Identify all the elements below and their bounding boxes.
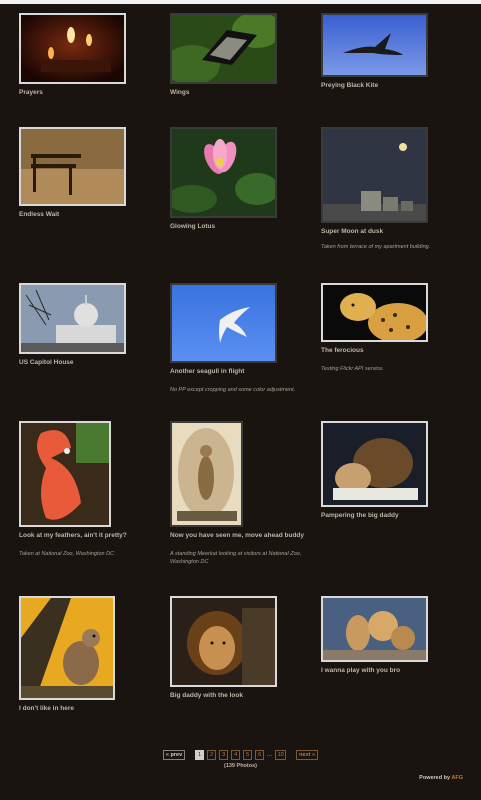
butterfly-photo-icon [172,15,275,82]
page-link[interactable]: 5 [243,750,253,760]
meerkat-photo-icon [172,423,241,525]
cheetah-photo-icon [323,285,426,340]
photo-title[interactable]: Glowing Lotus [170,223,310,231]
photo-title[interactable]: I wanna play with you bro [321,667,461,675]
photo-thumbnail-cheetah[interactable] [321,283,428,342]
photo-thumbnail-lion[interactable] [170,596,277,687]
photo-description: A standing Meerkat looking at visitors a… [170,551,302,565]
photo-thumbnail-wings[interactable] [170,13,277,84]
candles-photo-icon [21,15,124,82]
photo-thumbnail-seagull[interactable] [170,283,277,363]
photo-title[interactable]: Prayers [19,89,159,97]
kite-photo-icon [323,15,426,75]
photo-thumbnail-moon[interactable] [321,127,428,223]
photo-thumbnail-prayers[interactable] [19,13,126,84]
photo-title[interactable]: The ferocious [321,347,461,355]
gallery-item: Wings [170,13,310,97]
photo-thumbnail-bench[interactable] [19,127,126,206]
moon-photo-icon [323,129,426,221]
gallery-item: I don't like in here [19,596,159,713]
page-link[interactable]: 4 [231,750,241,760]
photo-title[interactable]: Super Moon at dusk [321,228,461,236]
photo-title[interactable]: US Capitol House [19,359,159,367]
flamingo-photo-icon [21,423,109,525]
photo-thumbnail-meerkat-tree[interactable] [19,596,115,700]
gallery-item: Super Moon at dusk Taken from terrace of… [321,127,461,251]
photo-thumbnail-meerkat[interactable] [170,421,243,527]
page-link[interactable]: 3 [219,750,229,760]
lion-photo-icon [172,598,275,685]
page-link[interactable]: 2 [207,750,217,760]
photo-count: (139 Photos) [223,763,257,769]
page-link[interactable]: 6 [255,750,265,760]
gallery-item: Now you have seen me, move ahead buddy A… [170,421,310,566]
photo-description: Taken from terrace of my apartment build… [321,244,431,250]
photo-thumbnail-lion-cubs[interactable] [321,596,428,662]
photo-thumbnail-kite[interactable] [321,13,428,77]
photo-description: Taken at National Zoo, Washington DC [19,551,115,557]
prev-page-button[interactable]: « prev [162,750,186,760]
photo-description: Testing Flickr API service. [321,366,384,372]
gallery-item: Big daddy with the look [170,596,310,700]
photo-title[interactable]: Endless Wait [19,211,159,219]
afg-link[interactable]: AFG [451,775,463,781]
lotus-photo-icon [172,129,275,216]
gallery-item: Another seagull in flight No PP except c… [170,283,310,394]
photo-thumbnail-capitol[interactable] [19,283,126,354]
photo-thumbnail-flamingo[interactable] [19,421,111,527]
page-link-current[interactable]: 1 [195,750,205,760]
photo-title[interactable]: Preying Black Kite [321,82,461,90]
photo-title[interactable]: Another seagull in flight [170,368,310,376]
pagination: « prev 1 2 3 4 5 6 ... 10 next » (139 Ph… [0,750,481,769]
gallery-item: Pampering the big daddy [321,421,461,520]
photo-title[interactable]: Look at my feathers, ain't it pretty? [19,532,159,540]
next-page-button[interactable]: next » [296,750,319,760]
photo-title[interactable]: Now you have seen me, move ahead buddy [170,532,310,540]
gallery-item: US Capitol House [19,283,159,367]
photo-description: No PP except cropping and some color adj… [170,387,296,393]
gallery-item: I wanna play with you bro [321,596,461,675]
powered-by-label: Powered by [419,775,451,781]
capitol-photo-icon [21,285,124,352]
gallery-item: Glowing Lotus [170,127,310,231]
photo-gallery: Prayers Wings Preying Black Kite Endless… [0,0,481,800]
page-link-last[interactable]: 10 [275,750,287,760]
lion-cubs-photo-icon [323,598,426,660]
gallery-item: Preying Black Kite [321,13,461,90]
page-ellipsis: ... [267,752,273,758]
photo-thumbnail-lions[interactable] [321,421,428,507]
gallery-item: Endless Wait [19,127,159,219]
photo-title[interactable]: I don't like in here [19,705,159,713]
powered-by: Powered by AFG [419,775,463,781]
gallery-item: Look at my feathers, ain't it pretty? Ta… [19,421,159,558]
meerkat-tree-photo-icon [21,598,113,698]
lions-photo-icon [323,423,426,505]
photo-title[interactable]: Big daddy with the look [170,692,310,700]
seagull-photo-icon [172,285,275,361]
bench-photo-icon [21,129,124,204]
photo-title[interactable]: Wings [170,89,310,97]
gallery-item: The ferocious Testing Flickr API service… [321,283,461,373]
photo-title[interactable]: Pampering the big daddy [321,512,461,520]
gallery-item: Prayers [19,13,159,97]
photo-thumbnail-lotus[interactable] [170,127,277,218]
